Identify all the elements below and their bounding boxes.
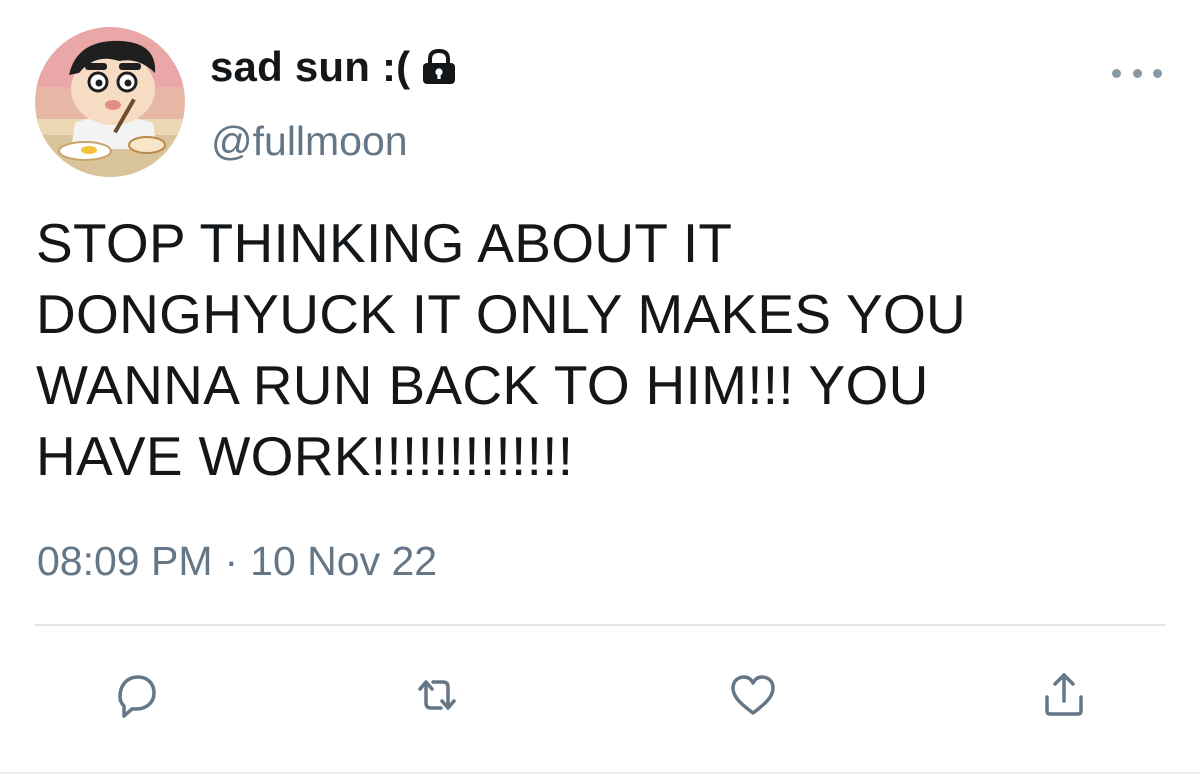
display-name[interactable]: sad sun :( [210, 42, 460, 92]
retweet-icon [418, 680, 456, 710]
meta-separator: · [224, 538, 239, 584]
share-button[interactable] [1034, 665, 1094, 725]
more-options-icon[interactable] [1112, 60, 1162, 86]
more-dot [1153, 68, 1162, 78]
more-dot [1112, 68, 1121, 78]
lock-icon [418, 46, 460, 88]
divider [35, 624, 1165, 626]
retweet-button[interactable] [407, 665, 467, 725]
reply-icon [118, 675, 156, 718]
bottom-border [0, 772, 1200, 774]
tweet-text: STOP THINKING ABOUT IT DONGHYUCK IT ONLY… [36, 212, 967, 487]
display-name-text[interactable]: sad sun :( [210, 43, 410, 91]
more-dot [1132, 68, 1142, 78]
tweet-date: 10 Nov 22 [250, 538, 438, 584]
share-icon [1045, 673, 1083, 716]
avatar[interactable] [35, 27, 185, 177]
like-button[interactable] [723, 665, 783, 725]
avatar-image [35, 27, 185, 177]
user-handle[interactable]: @fullmoon [211, 118, 408, 165]
tweet-time: 08:09 PM [37, 538, 213, 584]
tweet-timestamp[interactable]: 08:09 PM · 10 Nov 22 [37, 538, 437, 585]
like-icon [731, 675, 775, 715]
reply-button[interactable] [106, 665, 166, 725]
